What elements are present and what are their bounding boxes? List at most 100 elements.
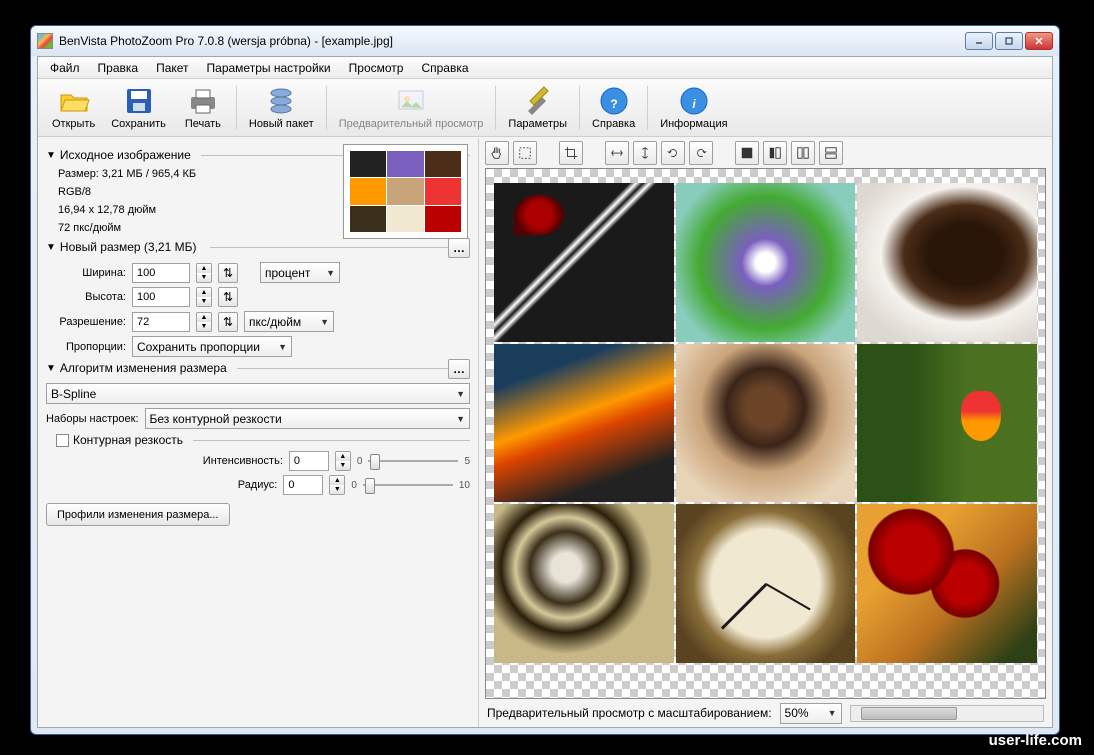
radius-slider[interactable] — [363, 476, 453, 494]
proportions-combo[interactable]: Сохранить пропорции▼ — [132, 336, 292, 357]
newsize-more-button[interactable]: … — [448, 238, 470, 258]
chevron-down-icon: ▼ — [320, 317, 329, 327]
menu-view[interactable]: Просмотр — [341, 59, 412, 77]
preview-scrollbar[interactable] — [850, 705, 1044, 722]
spin-down-icon[interactable]: ▼ — [197, 273, 211, 282]
main-toolbar: Открыть Сохранить Печать Новый пакет Пре… — [38, 79, 1052, 137]
resolution-lock-button[interactable]: ⇅ — [218, 312, 238, 332]
toolbar-separator — [647, 86, 648, 130]
height-spinner[interactable]: ▲▼ — [196, 287, 212, 307]
radius-min: 0 — [351, 480, 357, 491]
spin-up-icon[interactable]: ▲ — [197, 264, 211, 273]
rotate-right-button[interactable] — [689, 141, 713, 165]
height-input[interactable] — [132, 287, 190, 307]
spin-up-icon[interactable]: ▲ — [197, 313, 211, 322]
spin-down-icon[interactable]: ▼ — [197, 322, 211, 331]
params-button[interactable]: Параметры — [500, 81, 575, 135]
intensity-spinner[interactable]: ▲▼ — [335, 451, 351, 471]
radius-spinner[interactable]: ▲▼ — [329, 475, 345, 495]
preview-canvas[interactable] — [485, 168, 1046, 699]
svg-text:?: ? — [610, 97, 617, 111]
spin-down-icon[interactable]: ▼ — [197, 297, 211, 306]
collapse-icon: ▼ — [46, 150, 56, 161]
intensity-input[interactable] — [289, 451, 329, 471]
presets-combo[interactable]: Без контурной резкости▼ — [145, 408, 470, 429]
spin-down-icon[interactable]: ▼ — [330, 485, 344, 494]
menubar: Файл Правка Пакет Параметры настройки Пр… — [38, 57, 1052, 79]
menu-file[interactable]: Файл — [42, 59, 88, 77]
toolbar-separator — [579, 86, 580, 130]
width-spinner[interactable]: ▲▼ — [196, 263, 212, 283]
preview-image — [494, 183, 1037, 663]
preview-button[interactable]: Предварительный просмотр — [331, 81, 492, 135]
minimize-button[interactable] — [965, 32, 993, 50]
left-panel: ▼Исходное изображение Размер: 3,21 МБ / … — [38, 138, 478, 727]
radius-label: Радиус: — [238, 479, 278, 491]
help-button[interactable]: ?Справка — [584, 81, 643, 135]
menu-settings[interactable]: Параметры настройки — [199, 59, 339, 77]
width-lock-button[interactable]: ⇅ — [218, 263, 238, 283]
chevron-down-icon: ▼ — [278, 342, 287, 352]
spin-up-icon[interactable]: ▲ — [197, 288, 211, 297]
zoom-label: Предварительный просмотр с масштабирован… — [487, 706, 772, 720]
radius-max: 10 — [459, 480, 470, 491]
flip-v-button[interactable] — [633, 141, 657, 165]
width-label: Ширина: — [46, 267, 126, 279]
menu-batch[interactable]: Пакет — [148, 59, 196, 77]
info-button[interactable]: iИнформация — [652, 81, 735, 135]
save-button[interactable]: Сохранить — [103, 81, 174, 135]
resize-method-combo[interactable]: B-Spline▼ — [46, 383, 470, 404]
print-button[interactable]: Печать — [174, 81, 232, 135]
chevron-down-icon: ▼ — [828, 708, 837, 718]
spin-down-icon[interactable]: ▼ — [336, 461, 350, 470]
app-icon — [37, 33, 53, 49]
layout-single-button[interactable] — [735, 141, 759, 165]
collapse-icon: ▼ — [46, 242, 56, 253]
intensity-slider[interactable] — [368, 452, 458, 470]
close-button[interactable] — [1025, 32, 1053, 50]
intensity-max: 5 — [464, 456, 470, 467]
flip-h-button[interactable] — [605, 141, 629, 165]
menu-edit[interactable]: Правка — [90, 59, 147, 77]
open-button[interactable]: Открыть — [44, 81, 103, 135]
layout-stack-button[interactable] — [819, 141, 843, 165]
select-tool-button[interactable] — [513, 141, 537, 165]
resolution-unit-combo[interactable]: пкс/дюйм▼ — [244, 311, 334, 332]
unsharp-header[interactable]: Контурная резкость — [56, 433, 470, 447]
width-input[interactable] — [132, 263, 190, 283]
menu-help[interactable]: Справка — [413, 59, 476, 77]
zoom-combo[interactable]: 50%▼ — [780, 703, 842, 724]
spin-up-icon[interactable]: ▲ — [336, 452, 350, 461]
resolution-spinner[interactable]: ▲▼ — [196, 312, 212, 332]
pan-tool-button[interactable] — [485, 141, 509, 165]
client-area: Файл Правка Пакет Параметры настройки Пр… — [37, 56, 1053, 728]
resize-more-button[interactable]: … — [448, 359, 470, 379]
resolution-input[interactable] — [132, 312, 190, 332]
layout-split-h-button[interactable] — [763, 141, 787, 165]
chevron-down-icon: ▼ — [326, 268, 335, 278]
rotate-left-button[interactable] — [661, 141, 685, 165]
titlebar[interactable]: BenVista PhotoZoom Pro 7.0.8 (wersja pró… — [31, 26, 1059, 56]
source-thumbnail[interactable] — [343, 144, 468, 239]
spin-up-icon[interactable]: ▲ — [330, 476, 344, 485]
unsharp-checkbox[interactable] — [56, 434, 69, 447]
chevron-down-icon: ▼ — [456, 389, 465, 399]
height-lock-button[interactable]: ⇅ — [218, 287, 238, 307]
folder-open-icon — [58, 85, 90, 117]
toolbar-separator — [236, 86, 237, 130]
batch-icon — [265, 85, 297, 117]
layout-split-v-button[interactable] — [791, 141, 815, 165]
new-batch-button[interactable]: Новый пакет — [241, 81, 322, 135]
crop-button[interactable] — [559, 141, 583, 165]
proportions-label: Пропорции: — [46, 341, 126, 353]
right-panel: Предварительный просмотр с масштабирован… — [478, 138, 1052, 727]
size-unit-combo[interactable]: процент▼ — [260, 262, 340, 283]
app-window: BenVista PhotoZoom Pro 7.0.8 (wersja pró… — [30, 25, 1060, 735]
tools-icon — [522, 85, 554, 117]
save-icon — [123, 85, 155, 117]
maximize-button[interactable] — [995, 32, 1023, 50]
printer-icon — [187, 85, 219, 117]
link-icon: ⇅ — [223, 290, 233, 304]
radius-input[interactable] — [283, 475, 323, 495]
resize-profiles-button[interactable]: Профили изменения размера... — [46, 503, 230, 526]
